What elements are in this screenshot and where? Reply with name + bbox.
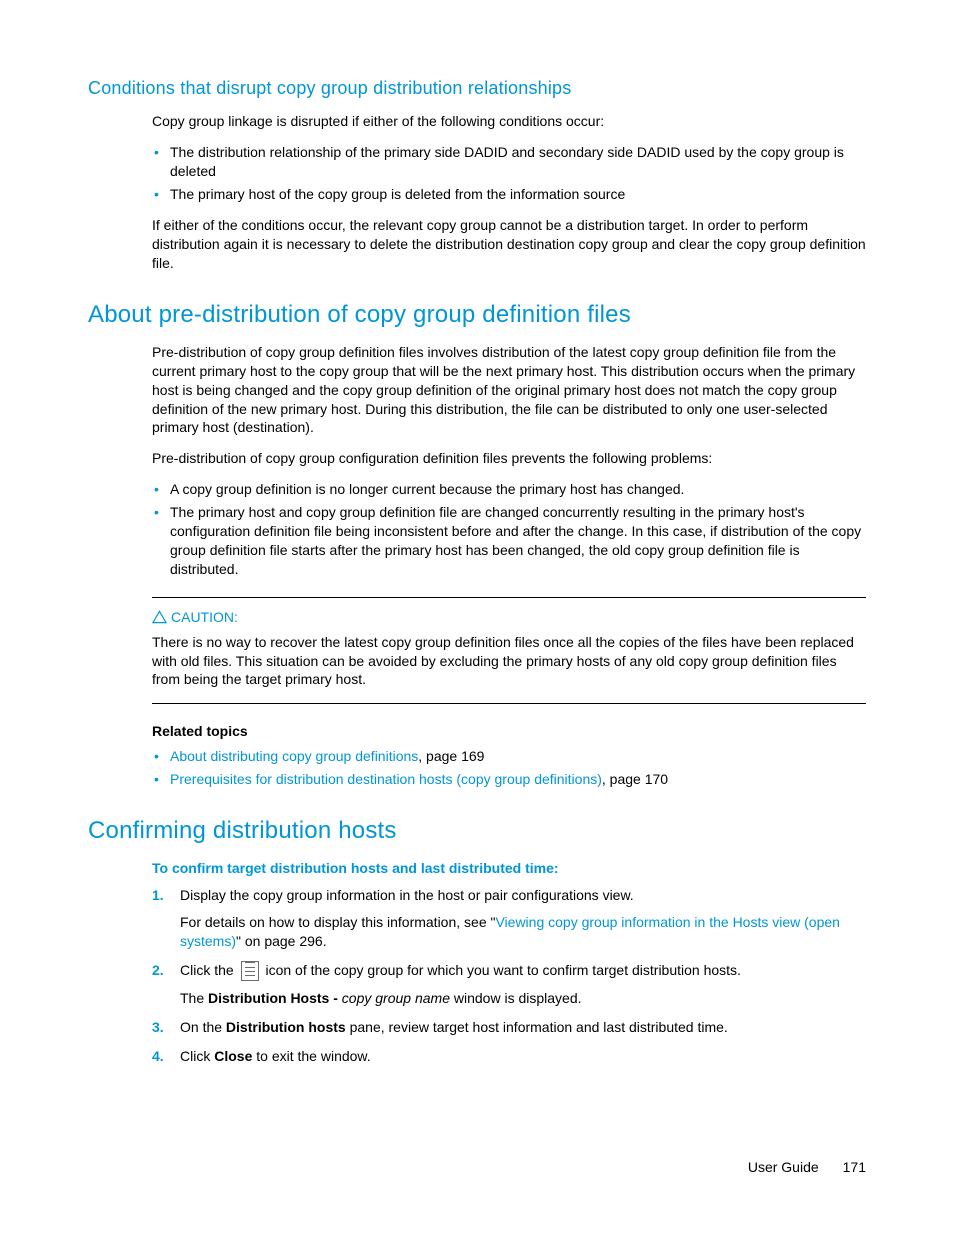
related-topics-heading: Related topics: [152, 722, 866, 741]
page-footer: User Guide 171: [748, 1158, 866, 1177]
body-text: Pre-distribution of copy group configura…: [152, 449, 866, 468]
procedure-steps: 1. Display the copy group information in…: [152, 886, 866, 1066]
body-text: If either of the conditions occur, the r…: [152, 216, 866, 273]
bold-term: Close: [214, 1048, 252, 1064]
body-text: Pre-distribution of copy group definitio…: [152, 343, 866, 437]
list-item: The primary host of the copy group is de…: [152, 185, 866, 204]
heading-about-pre-distribution: About pre-distribution of copy group def…: [88, 299, 866, 331]
bold-term: Distribution hosts: [226, 1019, 346, 1035]
list-item: Prerequisites for distribution destinati…: [152, 770, 866, 789]
document-page: Conditions that disrupt copy group distr…: [0, 0, 954, 1136]
list-item: A copy group definition is no longer cur…: [152, 480, 866, 499]
step-item: 4. Click Close to exit the window.: [152, 1047, 866, 1066]
step-item: 1. Display the copy group information in…: [152, 886, 866, 951]
step-text: On the: [180, 1019, 226, 1035]
related-link[interactable]: Prerequisites for distribution destinati…: [170, 771, 602, 787]
heading-confirming-distribution-hosts: Confirming distribution hosts: [88, 815, 866, 847]
step-subtext: The: [180, 990, 208, 1006]
step-number: 3.: [152, 1018, 164, 1037]
step-text: Display the copy group information in th…: [180, 887, 634, 903]
step-text: Click: [180, 1048, 214, 1064]
bullet-list: The distribution relationship of the pri…: [152, 143, 866, 204]
caution-label: CAUTION:: [171, 608, 238, 627]
body-text: Copy group linkage is disrupted if eithe…: [152, 112, 866, 131]
footer-doc-title: User Guide: [748, 1159, 819, 1175]
step-item: 2. Click the icon of the copy group for …: [152, 961, 866, 1008]
italic-term: copy group name: [342, 990, 450, 1006]
list-item: The distribution relationship of the pri…: [152, 143, 866, 181]
caution-callout: CAUTION: There is no way to recover the …: [152, 597, 866, 705]
step-number: 1.: [152, 886, 164, 905]
step-text: icon of the copy group for which you wan…: [262, 962, 741, 978]
step-number: 2.: [152, 961, 164, 980]
caution-text: There is no way to recover the latest co…: [152, 633, 866, 690]
bold-term: Distribution Hosts -: [208, 990, 342, 1006]
step-subtext: For details on how to display this infor…: [180, 914, 495, 930]
footer-page-number: 171: [843, 1159, 866, 1175]
caution-triangle-icon: [152, 610, 167, 624]
step-item: 3. On the Distribution hosts pane, revie…: [152, 1018, 866, 1037]
step-number: 4.: [152, 1047, 164, 1066]
step-subtext: " on page 296.: [236, 933, 327, 949]
step-text: to exit the window.: [252, 1048, 370, 1064]
related-link[interactable]: About distributing copy group definition…: [170, 748, 418, 764]
list-item: About distributing copy group definition…: [152, 747, 866, 766]
page-ref: , page 170: [602, 771, 668, 787]
list-item: The primary host and copy group definiti…: [152, 503, 866, 579]
heading-conditions-disrupt: Conditions that disrupt copy group distr…: [88, 76, 866, 100]
step-text: Click the: [180, 962, 238, 978]
step-text: pane, review target host information and…: [346, 1019, 728, 1035]
step-subtext: window is displayed.: [450, 990, 582, 1006]
related-topics-list: About distributing copy group definition…: [152, 747, 866, 789]
page-ref: , page 169: [418, 748, 484, 764]
document-icon: [241, 961, 259, 981]
bullet-list: A copy group definition is no longer cur…: [152, 480, 866, 578]
procedure-heading: To confirm target distribution hosts and…: [152, 859, 866, 878]
